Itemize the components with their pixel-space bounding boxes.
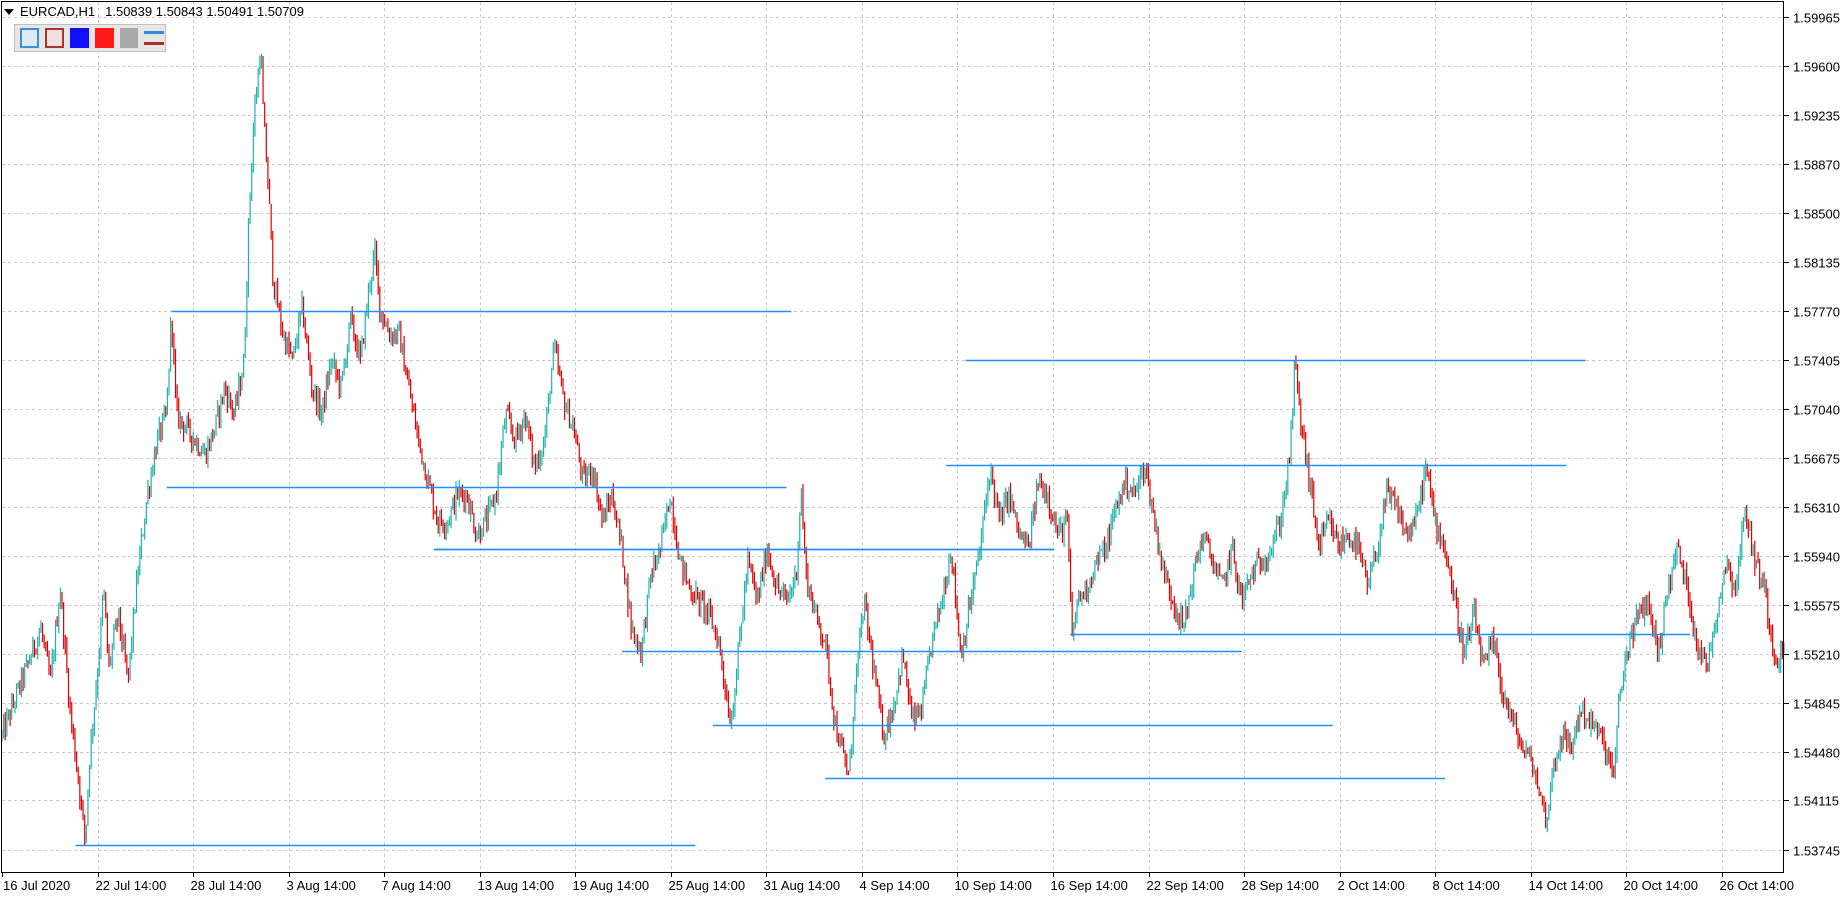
line-down-icon[interactable]	[45, 28, 65, 48]
levels-icon[interactable]	[144, 28, 165, 48]
time-tick-label: 22 Jul 14:00	[96, 878, 167, 893]
price-tick-label: 1.59235	[1793, 109, 1840, 124]
time-tick-label: 26 Oct 14:00	[1720, 878, 1794, 893]
price-tick-label: 1.57405	[1793, 354, 1840, 369]
price-tick-label: 1.54845	[1793, 697, 1840, 712]
price-tick-label: 1.55575	[1793, 599, 1840, 614]
time-tick-label: 10 Sep 14:00	[955, 878, 1032, 893]
price-tick-label: 1.56310	[1793, 501, 1840, 516]
gray-color-icon[interactable]	[119, 28, 139, 48]
price-tick-label: 1.54115	[1793, 794, 1839, 809]
price-tick-label: 1.56675	[1793, 452, 1840, 467]
time-tick-label: 3 Aug 14:00	[287, 878, 356, 893]
price-tick-label: 1.55210	[1793, 648, 1840, 663]
time-tick-label: 22 Sep 14:00	[1147, 878, 1224, 893]
time-tick-label: 20 Oct 14:00	[1624, 878, 1698, 893]
price-tick-label: 1.58135	[1793, 256, 1840, 271]
time-tick-label: 8 Oct 14:00	[1433, 878, 1500, 893]
price-tick-label: 1.59600	[1793, 60, 1840, 75]
time-tick-label: 25 Aug 14:00	[669, 878, 746, 893]
price-tick-label: 1.54480	[1793, 746, 1840, 761]
time-tick-label: 4 Sep 14:00	[860, 878, 930, 893]
ohlc-values: 1.50839 1.50843 1.50491 1.50709	[105, 4, 304, 19]
price-tick-label: 1.55940	[1793, 550, 1840, 565]
time-tick-label: 19 Aug 14:00	[573, 878, 650, 893]
chart-area[interactable]: 1.59965 1.59600 1.59235 1.58870 1.58500 1.581…	[0, 0, 1840, 896]
drawing-toolbar	[14, 24, 166, 52]
price-tick-label: 1.57770	[1793, 305, 1840, 320]
time-tick-label: 28 Jul 14:00	[191, 878, 262, 893]
price-tick-label: 1.59965	[1793, 11, 1840, 26]
chart-background	[0, 0, 1840, 896]
price-tick-label: 1.53745	[1793, 844, 1840, 859]
time-tick-label: 13 Aug 14:00	[478, 878, 555, 893]
line-up-icon[interactable]	[20, 28, 40, 48]
time-tick-label: 28 Sep 14:00	[1242, 878, 1319, 893]
blue-color-icon[interactable]	[70, 28, 89, 48]
time-tick-label: 16 Jul 2020	[3, 878, 70, 893]
time-tick-label: 14 Oct 14:00	[1529, 878, 1603, 893]
time-tick-label: 2 Oct 14:00	[1338, 878, 1405, 893]
price-tick-label: 1.57040	[1793, 403, 1840, 418]
red-color-icon[interactable]	[94, 28, 114, 48]
time-tick-label: 7 Aug 14:00	[382, 878, 451, 893]
price-tick-label: 1.58870	[1793, 158, 1840, 173]
chart-header: EURCAD,H1 1.50839 1.50843 1.50491 1.5070…	[4, 4, 304, 19]
time-tick-label: 16 Sep 14:00	[1051, 878, 1128, 893]
price-tick-label: 1.58500	[1793, 207, 1840, 222]
chevron-down-icon[interactable]	[4, 8, 14, 15]
time-tick-label: 31 Aug 14:00	[764, 878, 841, 893]
candlestick-chart[interactable]: 1.59965 1.59600 1.59235 1.58870 1.58500 1.581…	[0, 0, 1840, 896]
symbol-label: EURCAD,H1	[20, 4, 96, 19]
